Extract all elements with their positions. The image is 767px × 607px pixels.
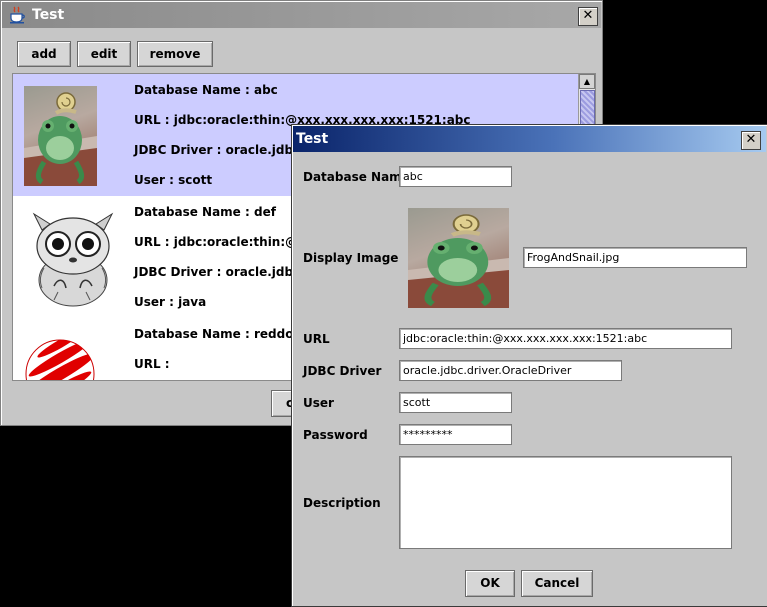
database-name-label: Database Name: [303, 170, 410, 184]
close-icon: ✕: [582, 8, 594, 23]
main-close-button[interactable]: ✕: [578, 7, 598, 26]
red-dot-ball-image: [24, 330, 97, 380]
main-title-bar[interactable]: Test ✕: [2, 2, 601, 28]
add-button[interactable]: add: [17, 41, 71, 67]
edit-button[interactable]: edit: [77, 41, 131, 67]
remove-button[interactable]: remove: [137, 41, 213, 67]
ok-button-label: OK: [480, 576, 500, 590]
remove-button-label: remove: [149, 47, 201, 61]
cancel-button[interactable]: Cancel: [521, 570, 593, 597]
ok-button[interactable]: OK: [465, 570, 515, 597]
edit-button-label: edit: [90, 47, 118, 61]
record-user: User : scott: [134, 173, 213, 187]
arrow-up-icon: ▲: [583, 77, 591, 86]
dialog-title-bar[interactable]: Test ✕: [293, 126, 766, 152]
password-field[interactable]: *********: [399, 424, 512, 445]
dialog-title: Test: [296, 131, 329, 147]
password-label: Password: [303, 428, 368, 442]
jdbc-driver-field[interactable]: oracle.jdbc.driver.OracleDriver: [399, 360, 622, 381]
description-label: Description: [303, 496, 381, 510]
jdbc-driver-label: JDBC Driver: [303, 364, 382, 378]
url-field[interactable]: jdbc:oracle:thin:@xxx.xxx.xxx.xxx:1521:a…: [399, 328, 732, 349]
edit-dialog: Test ✕ Database Name abc Display Image F…: [291, 124, 767, 607]
description-field[interactable]: [399, 456, 732, 549]
display-image-label: Display Image: [303, 251, 399, 265]
url-label: URL: [303, 332, 330, 346]
main-window-title: Test: [32, 7, 65, 23]
image-file-field[interactable]: FrogAndSnail.jpg: [523, 247, 747, 268]
record-database-name: Database Name : def: [134, 205, 276, 219]
user-field[interactable]: scott: [399, 392, 512, 413]
record-url: URL :: [134, 357, 170, 371]
tarsier-sketch-image: [24, 208, 122, 308]
user-label: User: [303, 396, 334, 410]
add-button-label: add: [31, 47, 57, 61]
java-cup-icon: [8, 6, 26, 24]
frog-with-snail-image: [24, 86, 97, 186]
record-database-name: Database Name : abc: [134, 83, 278, 97]
cancel-button-label: Cancel: [534, 576, 580, 590]
dialog-close-button[interactable]: ✕: [741, 131, 761, 150]
record-database-name: Database Name : reddot: [134, 327, 300, 341]
scroll-up-button[interactable]: ▲: [579, 74, 595, 89]
display-image-preview[interactable]: [408, 208, 509, 308]
record-user: User : java: [134, 295, 207, 309]
close-icon: ✕: [745, 132, 757, 147]
database-name-field[interactable]: abc: [399, 166, 512, 187]
